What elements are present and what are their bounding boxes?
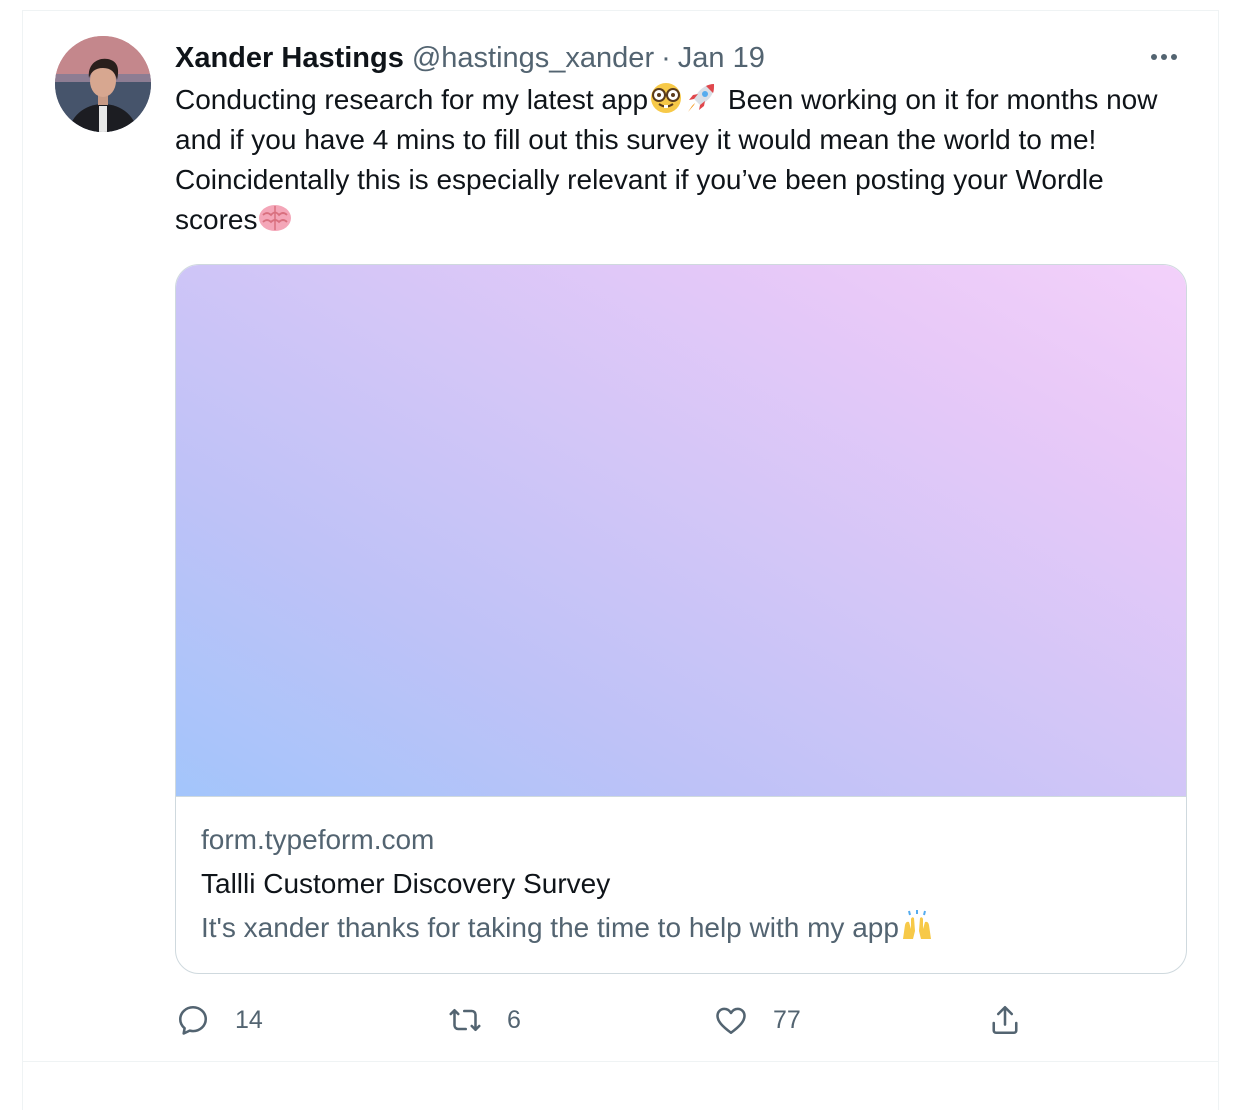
more-icon [1151,54,1177,60]
tweet-header: Xander Hastings @hastings_xander · Jan 1… [175,38,765,78]
reply-button[interactable]: 14 [175,996,263,1044]
tweet-actions: 14 6 77 [175,996,1185,1044]
retweet-button[interactable]: 6 [447,996,521,1044]
rocket-emoji [684,81,720,115]
raising-hands-emoji [899,909,935,943]
retweet-icon [449,1008,481,1032]
heart-icon [716,1007,746,1035]
card-image[interactable] [176,265,1186,797]
author-name[interactable]: Xander Hastings [175,38,404,78]
tweet-divider [22,1061,1219,1062]
more-options-button[interactable] [1148,42,1180,72]
card-title: Tallli Customer Discovery Survey [201,868,611,899]
share-button[interactable] [987,996,1023,1044]
nerd-face-emoji [648,81,684,115]
card-description: It's xander thanks for taking the time t… [201,908,1161,948]
link-card[interactable]: form.typeform.com Tallli Customer Discov… [175,264,1187,974]
author-handle[interactable]: @hastings_xander [412,38,654,78]
reply-icon [178,1005,208,1035]
share-icon [992,1005,1018,1035]
card-domain: form.typeform.com [201,824,435,855]
reply-count: 14 [235,1005,263,1034]
like-count: 77 [773,1005,801,1034]
header-separator: · [661,42,671,74]
card-info: form.typeform.com Tallli Customer Discov… [201,820,1161,948]
like-button[interactable]: 77 [713,996,801,1044]
avatar-photo [55,36,151,132]
tweet-text: Conducting research for my latest app Be… [175,80,1185,240]
card-description-text: It's xander thanks for taking the time t… [201,912,899,943]
tweet-date[interactable]: Jan 19 [678,38,765,78]
brain-emoji [257,201,293,235]
avatar[interactable] [55,36,151,132]
tweet-text-part-1: Conducting research for my latest app [175,84,649,115]
retweet-count: 6 [507,1005,521,1034]
